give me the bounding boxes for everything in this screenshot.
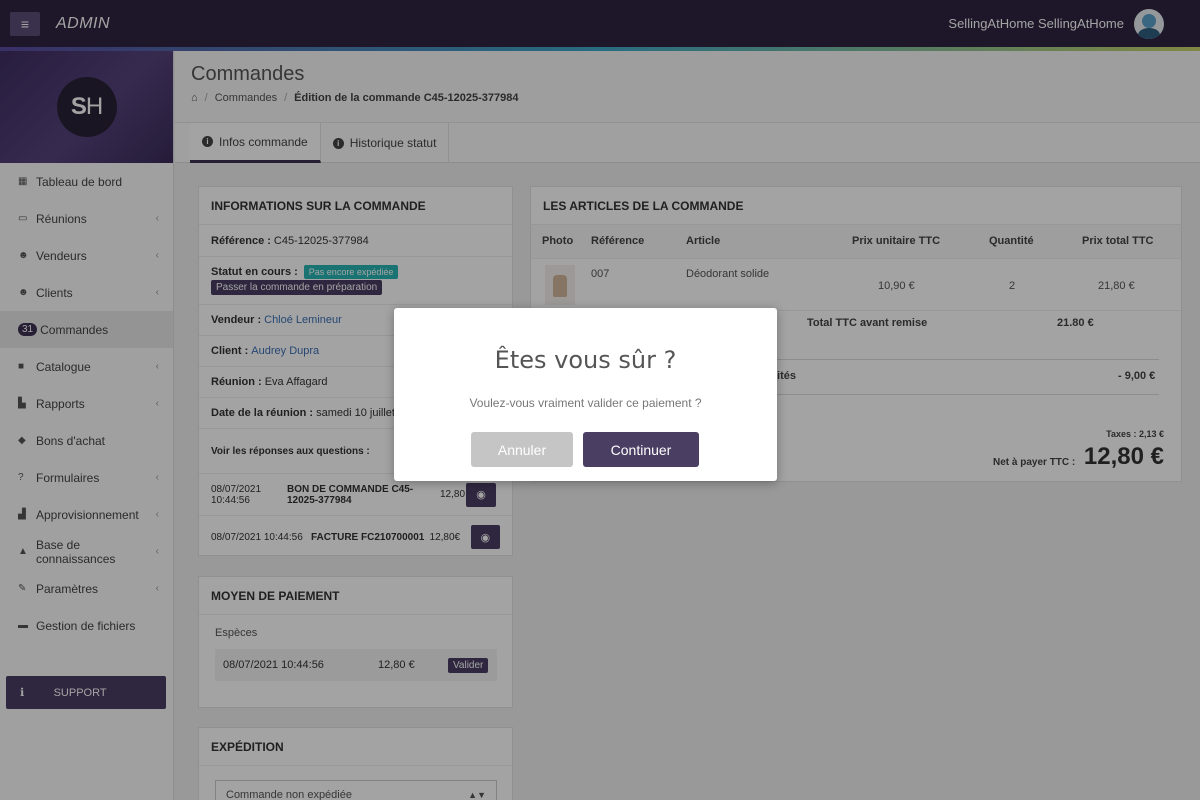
continue-button[interactable]: Continuer	[583, 432, 699, 467]
cancel-button[interactable]: Annuler	[471, 432, 573, 467]
confirm-dialog: Êtes vous sûr ? Voulez-vous vraiment val…	[394, 308, 777, 481]
dialog-title: Êtes vous sûr ?	[494, 346, 677, 374]
dialog-message: Voulez-vous vraiment valider ce paiement…	[469, 396, 702, 410]
